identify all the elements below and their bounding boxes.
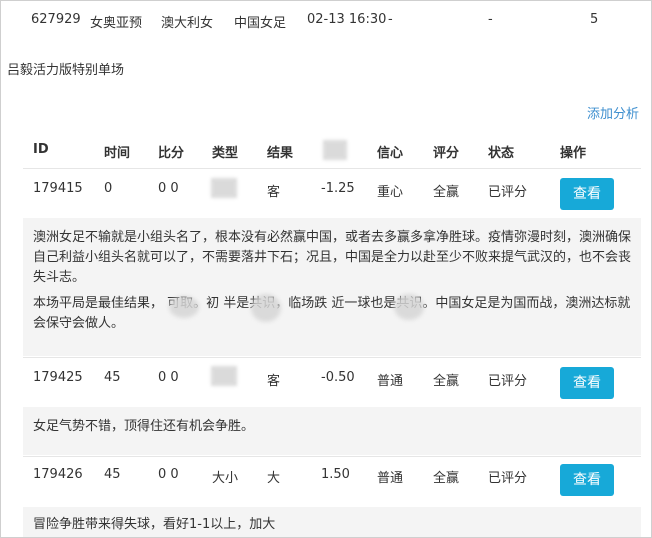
redaction-blur [394, 294, 424, 320]
analysis-note: 女足气势不错，顶得住还有机会争胜。 [23, 407, 641, 455]
match-dash-2: - [488, 12, 493, 27]
row-id: 179425 [33, 370, 83, 385]
header-action: 操作 [560, 146, 587, 161]
row-rating: 全赢 [433, 471, 460, 486]
row-time: 45 [104, 467, 121, 482]
match-league: 女奥亚预 [90, 16, 143, 31]
match-id: 627929 [31, 12, 81, 27]
redaction-blur [169, 296, 199, 318]
row-rating: 全赢 [433, 374, 460, 389]
redaction-blur [251, 294, 281, 322]
header-status: 状态 [488, 146, 515, 161]
section-title: 吕毅活力版特别单场 [7, 63, 125, 78]
row-score: 0 0 [158, 181, 179, 196]
row-handicap: -0.50 [321, 370, 355, 385]
match-count: 5 [590, 12, 599, 27]
row-time: 0 [104, 181, 113, 196]
match-away-team: 中国女足 [234, 16, 287, 31]
view-button[interactable]: 查看 [560, 464, 614, 496]
row-rating: 全赢 [433, 185, 460, 200]
row-result: 客 [267, 374, 281, 389]
divider [23, 168, 641, 169]
header-score: 比分 [158, 146, 185, 161]
analysis-note: 澳洲女足不输就是小组头名了，根本没有必然赢中国，或者去多赢多拿净胜球。疫情弥漫时… [23, 218, 641, 356]
header-rating: 评分 [433, 146, 460, 161]
header-confidence: 信心 [377, 146, 404, 161]
header-type: 类型 [212, 146, 239, 161]
row-type-redacted [211, 366, 237, 386]
header-id: ID [33, 142, 49, 157]
analysis-note: 冒险争胜带来得失球，看好1-1以上，加大 [23, 507, 641, 537]
row-result: 客 [267, 185, 281, 200]
note-paragraph: 女足气势不错，顶得住还有机会争胜。 [33, 419, 255, 434]
view-button[interactable]: 查看 [560, 367, 614, 399]
row-confidence: 普通 [377, 374, 404, 389]
match-home-team: 澳大利女 [161, 16, 214, 31]
row-handicap: 1.50 [321, 467, 350, 482]
row-id: 179426 [33, 467, 83, 482]
row-confidence: 普通 [377, 471, 404, 486]
row-status: 已评分 [488, 374, 528, 389]
note-paragraph: 澳洲女足不输就是小组头名了，根本没有必然赢中国，或者去多赢多拿净胜球。疫情弥漫时… [33, 230, 632, 285]
row-type: 大小 [212, 471, 239, 486]
row-type-redacted [211, 178, 237, 198]
header-redacted [323, 140, 347, 160]
row-result: 大 [267, 471, 281, 486]
divider [23, 357, 641, 358]
row-handicap: -1.25 [321, 181, 355, 196]
row-status: 已评分 [488, 471, 528, 486]
view-button[interactable]: 查看 [560, 178, 614, 210]
header-result: 结果 [267, 146, 294, 161]
row-id: 179415 [33, 181, 83, 196]
row-status: 已评分 [488, 185, 528, 200]
page-frame: 627929 女奥亚预 澳大利女 中国女足 02-13 16:30 - - 5 … [0, 0, 652, 538]
row-score: 0 0 [158, 467, 179, 482]
note-paragraph: 本场平局是最佳结果， 可取。初 半是共识，临场跌 近一球也是共识。中国女足是为国… [33, 296, 631, 331]
row-score: 0 0 [158, 370, 179, 385]
divider [23, 456, 641, 457]
match-time: 02-13 16:30 [307, 12, 387, 27]
header-time: 时间 [104, 146, 131, 161]
row-time: 45 [104, 370, 121, 385]
add-analysis-link[interactable]: 添加分析 [587, 103, 639, 122]
note-paragraph: 冒险争胜带来得失球，看好1-1以上，加大 [33, 517, 276, 532]
row-confidence: 重心 [377, 185, 404, 200]
match-dash-1: - [388, 12, 393, 27]
